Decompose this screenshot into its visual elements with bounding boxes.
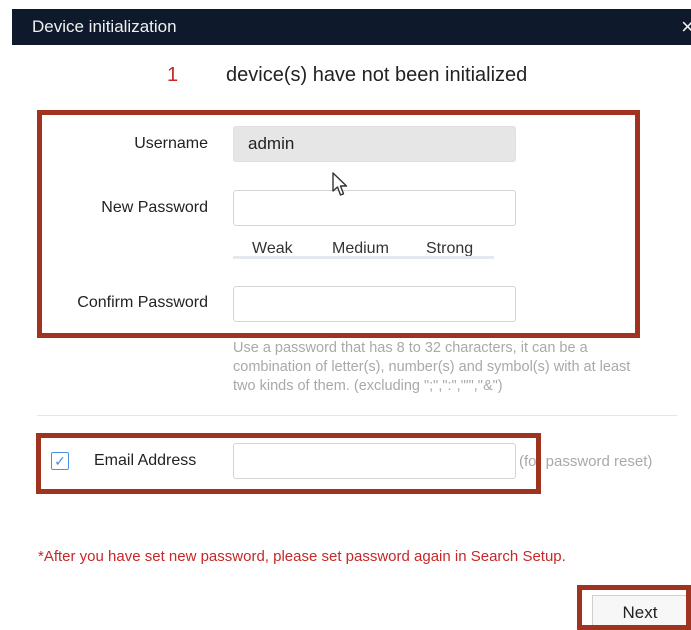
strength-medium-bar — [320, 256, 407, 259]
section-divider — [37, 415, 677, 416]
new-password-field[interactable] — [233, 190, 516, 226]
notice-message: device(s) have not been initialized — [226, 64, 528, 86]
close-icon[interactable]: × — [681, 14, 691, 40]
confirm-password-field[interactable] — [233, 286, 516, 322]
email-label: Email Address — [94, 452, 197, 469]
email-hint: (for password reset) — [519, 453, 653, 470]
device-count: 1 — [167, 64, 179, 86]
search-setup-warning: *After you have set new password, please… — [38, 548, 566, 565]
password-hint: Use a password that has 8 to 32 characte… — [233, 340, 631, 394]
username-field[interactable] — [233, 126, 516, 162]
new-password-label: New Password — [101, 199, 208, 216]
email-checkbox[interactable]: ✓ — [51, 452, 69, 470]
email-field[interactable] — [233, 443, 516, 479]
mouse-cursor-icon — [332, 172, 348, 196]
next-button[interactable]: Next — [592, 595, 688, 628]
confirm-password-label: Confirm Password — [77, 294, 208, 311]
strength-strong-bar — [407, 256, 494, 259]
username-label: Username — [134, 135, 208, 152]
title-bar: Device initialization × — [12, 9, 691, 45]
strength-medium: Medium — [320, 240, 407, 260]
strength-strong: Strong — [407, 240, 494, 260]
strength-weak: Weak — [233, 240, 320, 260]
strength-weak-bar — [233, 256, 320, 259]
window-title: Device initialization — [32, 17, 177, 36]
